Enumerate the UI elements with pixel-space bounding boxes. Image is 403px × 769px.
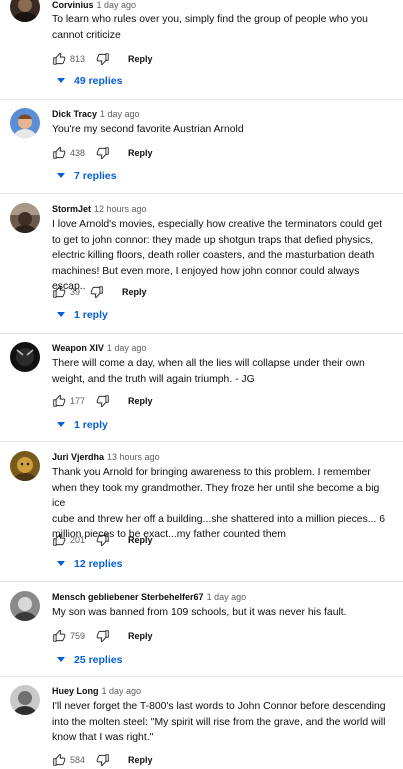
view-replies-button[interactable]: 49 replies (57, 75, 122, 87)
view-replies-button[interactable]: 1 reply (57, 419, 108, 431)
thumb-down-icon[interactable] (96, 394, 110, 408)
comment-text: You're my second favorite Austrian Arnol… (52, 124, 244, 135)
avatar[interactable] (10, 342, 40, 372)
replies-count: 1 reply (74, 419, 108, 431)
thumb-down-icon[interactable] (96, 52, 110, 66)
avatar[interactable] (10, 108, 40, 138)
like-count: 813 (70, 54, 86, 64)
reply-button[interactable]: Reply (122, 287, 147, 297)
thumb-up-icon[interactable] (52, 285, 66, 299)
comment-author[interactable]: StormJet (52, 204, 91, 214)
reply-button[interactable]: Reply (128, 148, 153, 158)
triangle-down-icon (57, 561, 65, 566)
like-count: 584 (70, 755, 86, 765)
divider (0, 333, 403, 334)
like-count: 201 (70, 535, 86, 545)
divider (0, 441, 403, 442)
comment-time[interactable]: 13 hours ago (107, 452, 160, 462)
reply-button[interactable]: Reply (128, 535, 153, 545)
comment-text: There will come a day, when all the lies… (52, 358, 365, 385)
divider (0, 193, 403, 194)
comment-author[interactable]: Dick Tracy (52, 109, 97, 119)
comment-text: I love Arnold's movies, especially how c… (52, 219, 383, 292)
divider (0, 676, 403, 677)
thumb-up-icon[interactable] (52, 394, 66, 408)
comment-author[interactable]: Juri Vjerdha (52, 452, 104, 462)
like-count: 759 (70, 631, 86, 641)
comment-time[interactable]: 1 day ago (107, 343, 147, 353)
replies-count: 12 replies (74, 558, 123, 570)
view-replies-button[interactable]: 7 replies (57, 170, 117, 182)
avatar[interactable] (10, 591, 40, 621)
view-replies-button[interactable]: 12 replies (57, 558, 122, 570)
replies-count: 49 replies (74, 75, 123, 87)
triangle-down-icon (57, 657, 65, 662)
reply-button[interactable]: Reply (128, 54, 153, 64)
avatar[interactable] (10, 0, 40, 22)
replies-count: 25 replies (74, 654, 123, 666)
thumb-up-icon[interactable] (52, 52, 66, 66)
reply-button[interactable]: Reply (128, 631, 153, 641)
view-replies-button[interactable]: 25 replies (57, 654, 122, 666)
reply-button[interactable]: Reply (128, 396, 153, 406)
thumb-down-icon[interactable] (96, 146, 110, 160)
triangle-down-icon (57, 78, 65, 83)
divider (0, 581, 403, 582)
thumb-down-icon[interactable] (96, 753, 110, 767)
triangle-down-icon (57, 422, 65, 427)
like-count: 438 (70, 148, 86, 158)
comment-author[interactable]: Mensch gebliebener Sterbehelfer67 (52, 592, 204, 602)
reply-button[interactable]: Reply (128, 755, 153, 765)
thumb-down-icon[interactable] (96, 629, 110, 643)
comment-author[interactable]: Huey Long (52, 686, 99, 696)
comment-text: To learn who rules over you, simply find… (52, 14, 368, 41)
comment-time[interactable]: 1 day ago (100, 109, 140, 119)
thumb-up-icon[interactable] (52, 753, 66, 767)
thumb-up-icon[interactable] (52, 146, 66, 160)
comment-text: I'll never forget the T-800's last words… (52, 701, 386, 743)
view-replies-button[interactable]: 1 reply (57, 309, 108, 321)
avatar[interactable] (10, 685, 40, 715)
avatar[interactable] (10, 203, 40, 233)
comment-time[interactable]: 1 day ago (97, 0, 137, 10)
comment-author[interactable]: Corvinius (52, 0, 94, 10)
like-count: 177 (70, 396, 86, 406)
comment-text: My son was banned from 109 schools, but … (52, 607, 347, 618)
comment-text: Thank you Arnold for bringing awareness … (52, 467, 386, 540)
thumb-down-icon[interactable] (90, 285, 104, 299)
replies-count: 7 replies (74, 170, 117, 182)
avatar[interactable] (10, 451, 40, 481)
thumb-up-icon[interactable] (52, 533, 66, 547)
comment-time[interactable]: 12 hours ago (94, 204, 147, 214)
divider (0, 99, 403, 100)
thumb-down-icon[interactable] (96, 533, 110, 547)
like-count: 39 (70, 287, 81, 297)
thumb-up-icon[interactable] (52, 629, 66, 643)
comment-time[interactable]: 1 day ago (207, 592, 247, 602)
triangle-down-icon (57, 173, 65, 178)
triangle-down-icon (57, 312, 65, 317)
comment-time[interactable]: 1 day ago (102, 686, 142, 696)
comment-author[interactable]: Weapon XIV (52, 343, 104, 353)
replies-count: 1 reply (74, 309, 108, 321)
